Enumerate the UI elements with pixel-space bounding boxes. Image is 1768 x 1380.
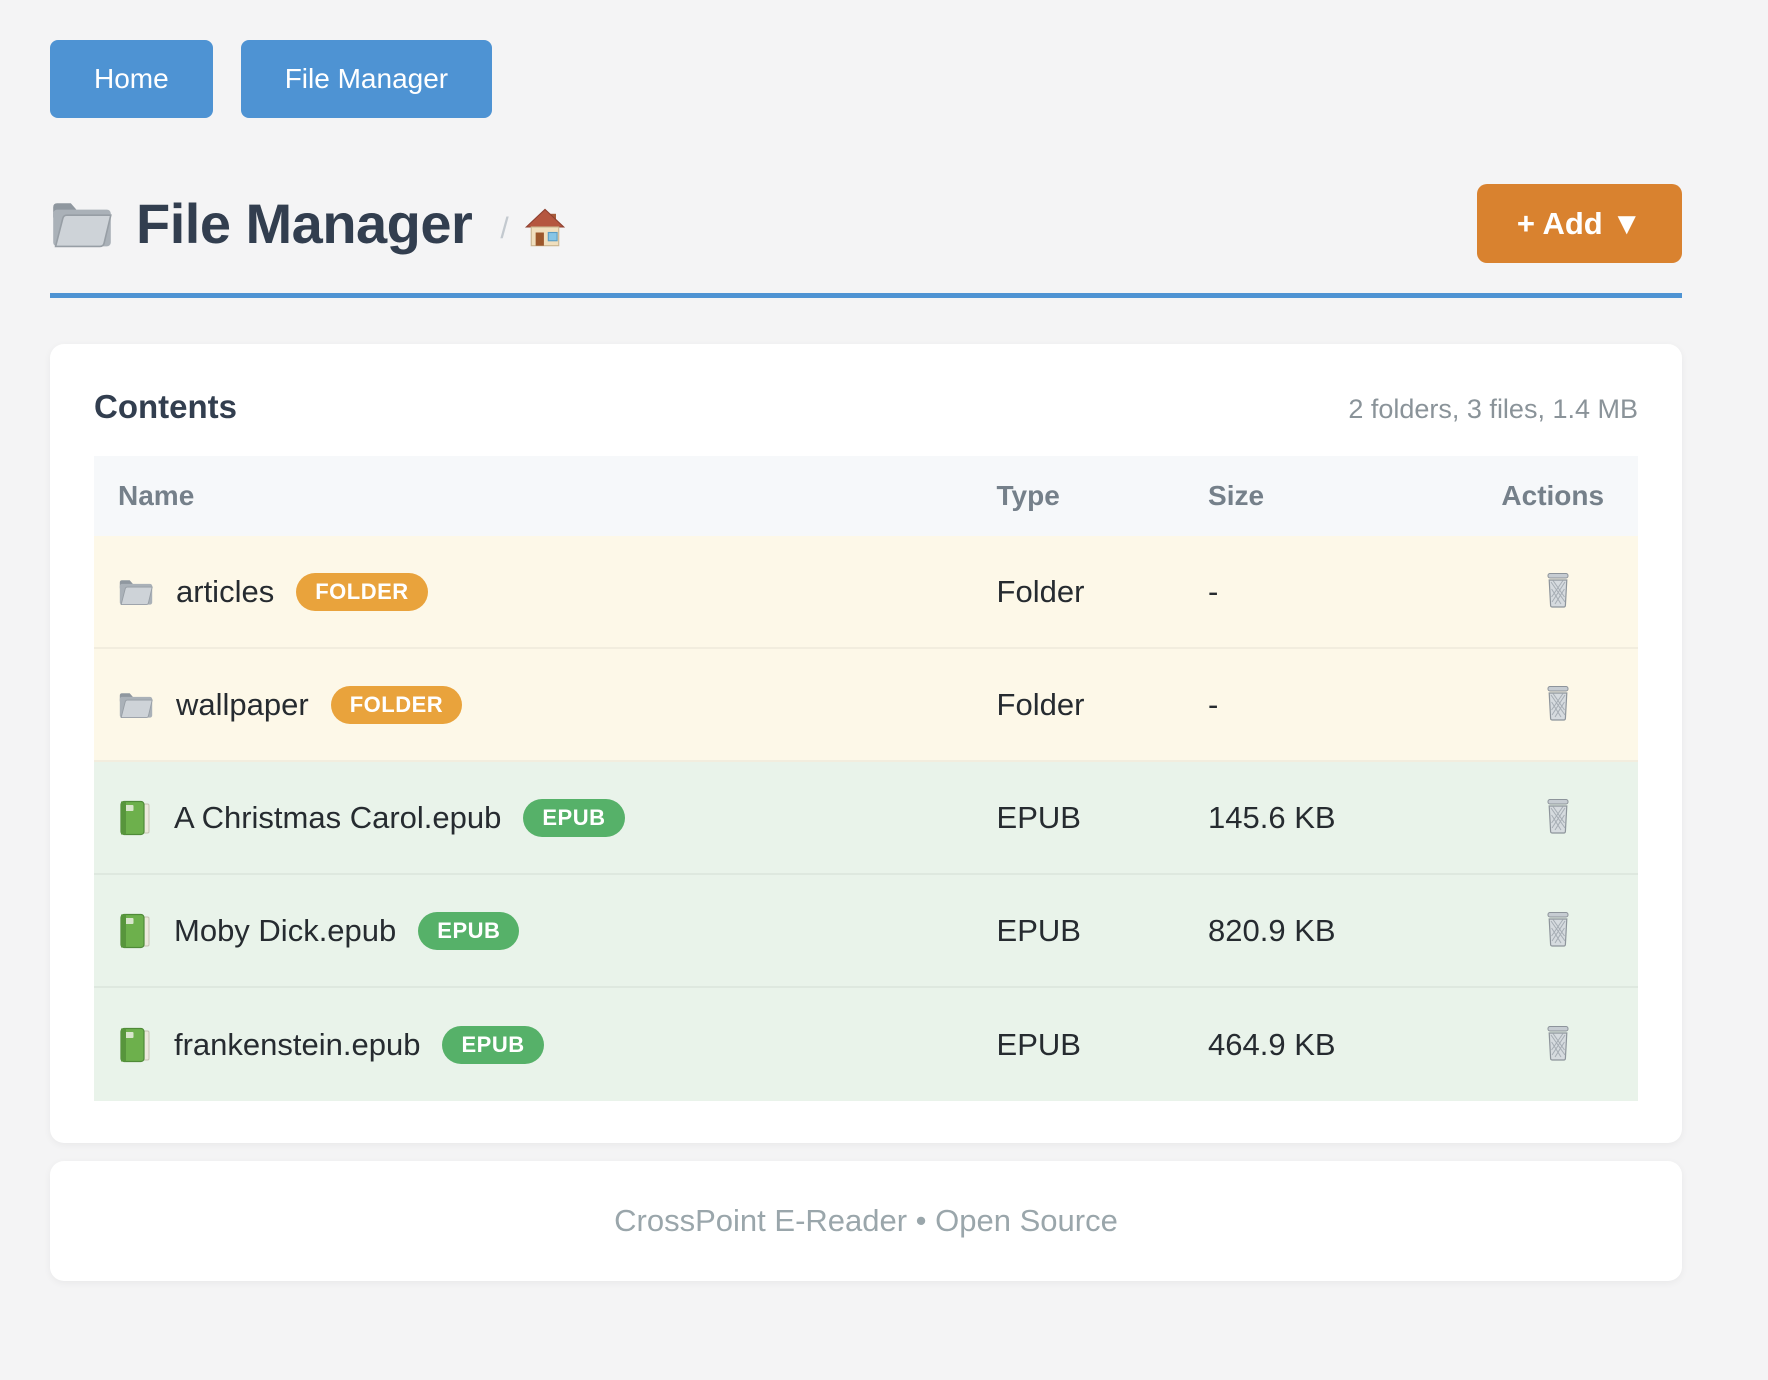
epub-badge: EPUB [442,1026,543,1064]
contents-title: Contents [94,388,237,426]
folder-icon [118,577,154,607]
column-header-type: Type [973,480,1185,512]
nav-file-manager-button[interactable]: File Manager [241,40,492,118]
trash-icon [1543,1025,1573,1062]
top-nav: Home File Manager [50,40,1682,118]
folder-name-link[interactable]: wallpaper [176,687,309,723]
delete-button[interactable] [1539,794,1577,842]
file-name-link[interactable]: A Christmas Carol.epub [174,800,501,836]
file-table: Name Type Size Actions articles FOLDER F… [94,456,1638,1101]
folder-name-link[interactable]: articles [176,574,274,610]
nav-home-button[interactable]: Home [50,40,213,118]
add-button[interactable]: + Add ▼ [1477,184,1682,263]
contents-summary: 2 folders, 3 files, 1.4 MB [1348,394,1638,425]
epub-badge: EPUB [418,912,519,950]
delete-button[interactable] [1539,1021,1577,1069]
name-cell: Moby Dick.epub EPUB [94,912,973,950]
folder-icon [50,197,114,251]
size-cell: 145.6 KB [1184,800,1477,836]
column-header-size: Size [1184,480,1477,512]
name-cell: A Christmas Carol.epub EPUB [94,799,973,837]
delete-button[interactable] [1539,568,1577,616]
contents-card: Contents 2 folders, 3 files, 1.4 MB Name… [50,344,1682,1143]
breadcrumb-home[interactable] [523,193,567,254]
table-row: wallpaper FOLDER Folder - [94,649,1638,762]
table-header-row: Name Type Size Actions [94,456,1638,536]
actions-cell [1477,681,1638,729]
size-cell: - [1184,687,1477,723]
trash-icon [1543,572,1573,609]
actions-cell [1477,794,1638,842]
page-title-group: File Manager / [50,191,567,256]
trash-icon [1543,798,1573,835]
column-header-actions: Actions [1477,480,1638,512]
page-title: File Manager [136,191,472,256]
actions-cell [1477,568,1638,616]
contents-card-header: Contents 2 folders, 3 files, 1.4 MB [94,388,1638,426]
table-row: frankenstein.epub EPUB EPUB 464.9 KB [94,988,1638,1101]
footer-card: CrossPoint E-Reader • Open Source [50,1161,1682,1281]
column-header-name: Name [94,480,973,512]
page: Home File Manager File Manager / + Add ▼… [0,0,1768,1380]
table-row: articles FOLDER Folder - [94,536,1638,649]
type-cell: Folder [973,574,1185,610]
trash-icon [1543,911,1573,948]
delete-button[interactable] [1539,681,1577,729]
breadcrumb-separator: / [500,212,508,246]
folder-badge: FOLDER [296,573,427,611]
name-cell: frankenstein.epub EPUB [94,1026,973,1064]
folder-badge: FOLDER [331,686,462,724]
green-book-icon [118,1027,152,1063]
size-cell: 820.9 KB [1184,913,1477,949]
epub-badge: EPUB [523,799,624,837]
trash-icon [1543,685,1573,722]
name-cell: wallpaper FOLDER [94,686,973,724]
title-divider [50,293,1682,298]
green-book-icon [118,913,152,949]
green-book-icon [118,800,152,836]
house-icon [523,205,567,249]
file-name-link[interactable]: frankenstein.epub [174,1027,420,1063]
name-cell: articles FOLDER [94,573,973,611]
actions-cell [1477,1021,1638,1069]
page-header: File Manager / + Add ▼ [50,184,1682,263]
type-cell: EPUB [973,1027,1185,1063]
delete-button[interactable] [1539,907,1577,955]
table-row: Moby Dick.epub EPUB EPUB 820.9 KB [94,875,1638,988]
table-row: A Christmas Carol.epub EPUB EPUB 145.6 K… [94,762,1638,875]
type-cell: EPUB [973,800,1185,836]
type-cell: Folder [973,687,1185,723]
size-cell: - [1184,574,1477,610]
actions-cell [1477,907,1638,955]
file-name-link[interactable]: Moby Dick.epub [174,913,396,949]
type-cell: EPUB [973,913,1185,949]
folder-icon [118,690,154,720]
footer-text: CrossPoint E-Reader • Open Source [614,1203,1118,1239]
size-cell: 464.9 KB [1184,1027,1477,1063]
